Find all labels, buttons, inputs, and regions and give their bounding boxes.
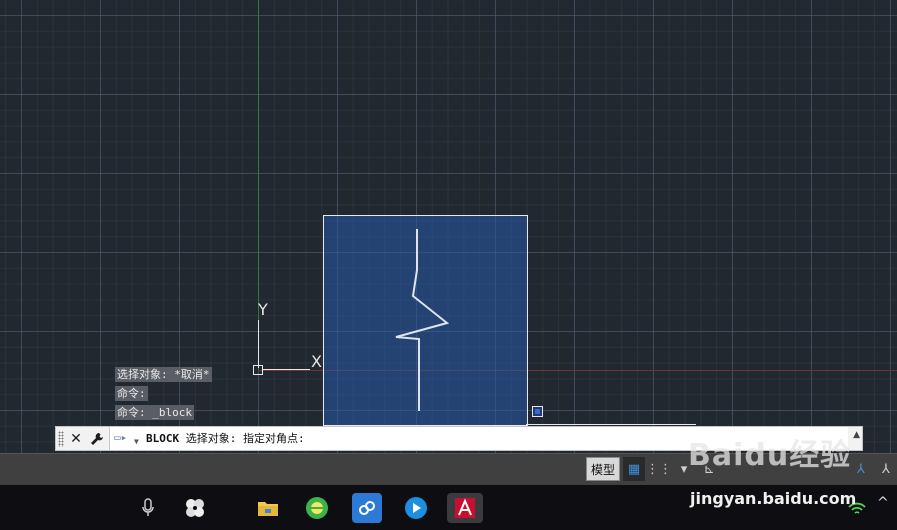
ucs-origin-icon bbox=[253, 365, 263, 375]
history-line: 命令: _block bbox=[115, 405, 194, 420]
recent-commands-icon[interactable]: ▭▸ bbox=[114, 431, 132, 445]
history-line: 选择对象: *取消* bbox=[115, 367, 212, 382]
history-line: 命令: bbox=[115, 386, 148, 401]
command-prompt: 选择对象: 指定对角点: bbox=[185, 432, 305, 445]
snap-icon[interactable]: ⋮⋮ bbox=[646, 457, 672, 481]
browser-icon[interactable] bbox=[302, 493, 332, 523]
ucs-x-arm bbox=[262, 369, 310, 370]
annotate-icon[interactable]: ⅄ bbox=[850, 457, 872, 481]
scroll-up-icon[interactable]: ▲ bbox=[853, 430, 860, 440]
drawing-canvas[interactable]: Y X 选择对象: *取消* 命令: 命令: _block bbox=[0, 0, 897, 453]
ucs-y-arm bbox=[258, 320, 259, 368]
wrench-icon[interactable] bbox=[87, 428, 107, 449]
selection-icon[interactable]: ⅄ bbox=[875, 457, 897, 481]
drag-handle[interactable] bbox=[58, 431, 64, 447]
command-name: BLOCK bbox=[146, 432, 180, 445]
baidu-watermark-logo: Baidu经验 bbox=[688, 438, 852, 473]
chevron-down-icon[interactable]: ▼ bbox=[134, 430, 139, 453]
command-history: 选择对象: *取消* 命令: 命令: _block bbox=[115, 367, 212, 424]
ucs-y-label: Y bbox=[258, 300, 268, 319]
pinwheel-icon[interactable] bbox=[180, 493, 210, 523]
autocad-icon[interactable] bbox=[447, 493, 483, 523]
cloud-app-icon[interactable] bbox=[352, 493, 382, 523]
model-tab[interactable]: 模型 bbox=[586, 457, 621, 481]
grid-icon[interactable]: ▦ bbox=[623, 457, 646, 481]
baidu-watermark-url: jingyan.baidu.com bbox=[690, 489, 857, 508]
file-explorer-icon[interactable] bbox=[253, 493, 283, 523]
microphone-icon[interactable] bbox=[133, 493, 163, 523]
ucs-x-label: X bbox=[311, 352, 322, 371]
close-icon[interactable]: ✕ bbox=[66, 428, 86, 449]
chevron-up-icon[interactable]: ^ bbox=[877, 495, 889, 511]
cursor-pickbox bbox=[532, 406, 543, 417]
media-player-icon[interactable] bbox=[401, 493, 431, 523]
